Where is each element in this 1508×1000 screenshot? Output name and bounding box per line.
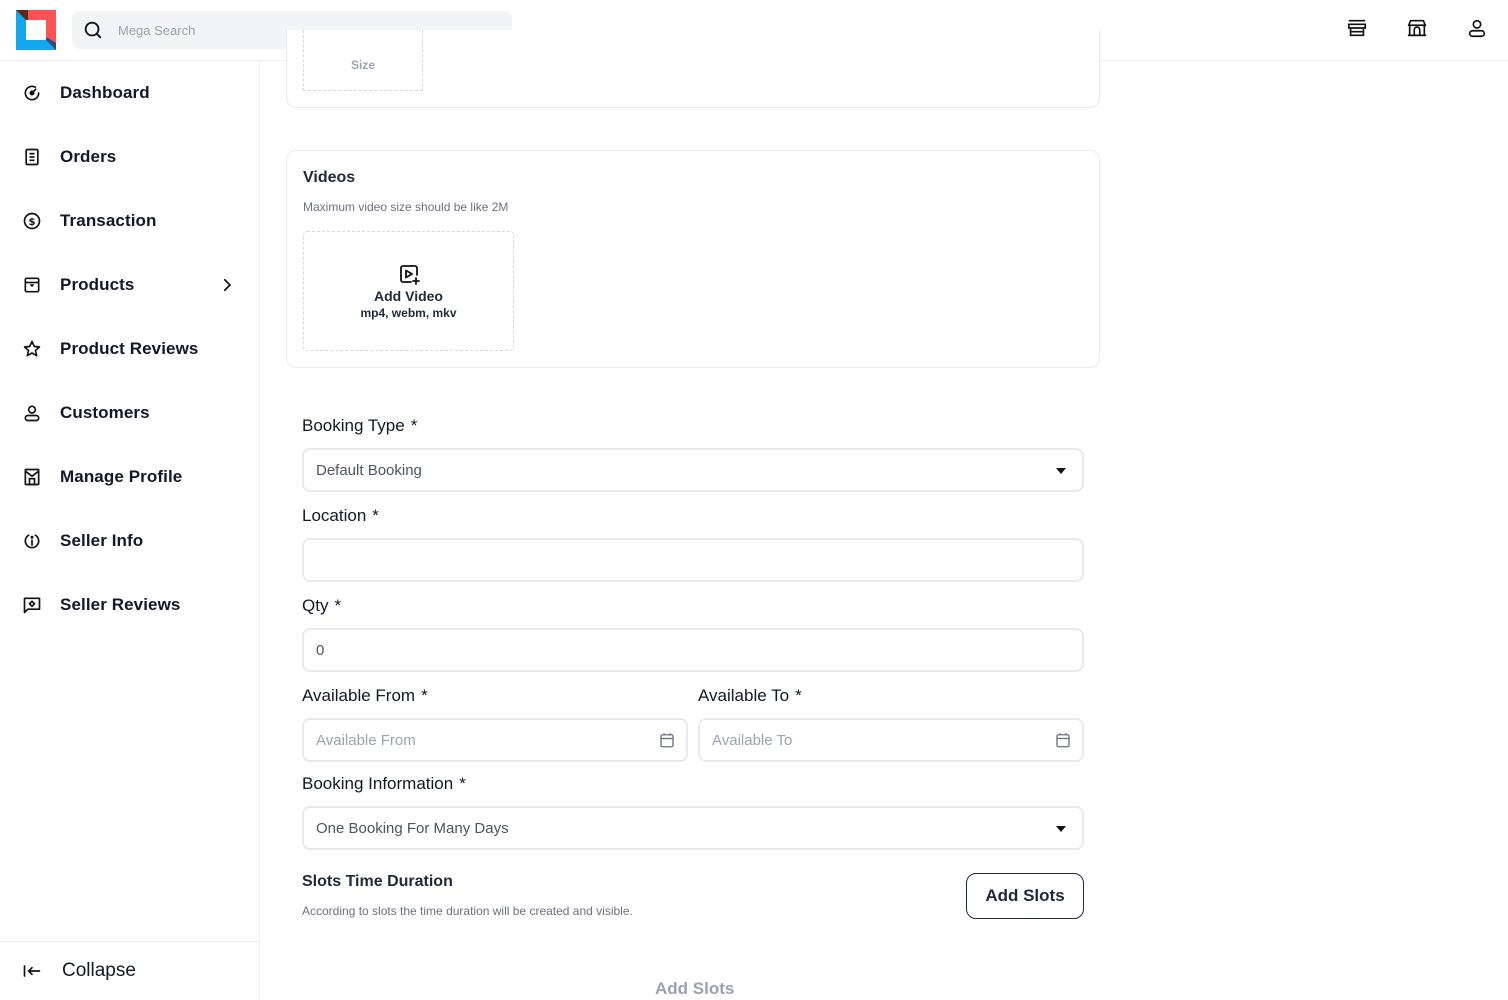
add-slots-button[interactable]: Add Slots: [966, 873, 1084, 919]
sidebar-item-seller-reviews[interactable]: Seller Reviews: [0, 573, 259, 637]
booking-type-label: Booking Type *: [302, 416, 418, 435]
available-from-label: Available From *: [302, 686, 428, 705]
videos-card: Videos Maximum video size should be like…: [286, 150, 1100, 368]
location-label: Location *: [302, 506, 379, 525]
available-from-field[interactable]: Available From: [302, 718, 688, 762]
sidebar-item-label: Product Reviews: [60, 339, 199, 358]
chevron-right-icon[interactable]: [218, 276, 236, 294]
video-formats: mp4, webm, mkv: [360, 306, 457, 320]
search-icon: [84, 21, 102, 39]
sidebar-item-label: Seller Reviews: [60, 595, 181, 614]
info-icon: [24, 534, 40, 549]
calendar-icon[interactable]: [658, 731, 676, 749]
sidebar-item-label: Products: [60, 275, 135, 294]
booking-type-select[interactable]: Default Booking: [302, 448, 1084, 492]
size-label: Size: [350, 58, 375, 72]
qty-field[interactable]: [302, 628, 1084, 672]
dashboard-gauge-icon: [24, 85, 40, 101]
collapse-arrow-icon: [23, 965, 41, 977]
collapse-button[interactable]: Collapse: [0, 941, 259, 1000]
svg-text:$: $: [29, 217, 36, 228]
booking-information-value: One Booking For Many Days: [316, 819, 509, 837]
booking-information-select[interactable]: One Booking For Many Days: [302, 806, 1084, 850]
video-add-icon: [399, 265, 420, 285]
images-card: Size: [286, 30, 1100, 108]
sidebar-item-products[interactable]: Products: [0, 253, 259, 317]
caret-down-icon: [1056, 826, 1066, 832]
add-video-label: Add Video: [374, 288, 443, 304]
app-logo[interactable]: [16, 10, 56, 50]
sidebar-item-label: Transaction: [60, 211, 157, 230]
sidebar-item-transaction[interactable]: $ Transaction: [0, 189, 259, 253]
caret-down-icon: [1056, 468, 1066, 474]
add-video-dropzone[interactable]: Add Video mp4, webm, mkv: [303, 231, 514, 351]
review-chat-icon: [23, 597, 41, 614]
store-profile-icon: [24, 468, 40, 486]
booking-information-label: Booking Information *: [302, 774, 466, 793]
user-icon[interactable]: [1466, 17, 1488, 39]
image-upload-box[interactable]: Size: [303, 30, 423, 91]
sidebar: Dashboard Orders $ Transaction Products …: [0, 61, 260, 1000]
collapse-label: Collapse: [62, 960, 136, 981]
qty-input[interactable]: [316, 630, 1082, 670]
available-to-placeholder: Available To: [712, 731, 793, 749]
sidebar-item-dashboard[interactable]: Dashboard: [0, 61, 259, 125]
sidebar-item-label: Customers: [60, 403, 150, 422]
videos-subtitle: Maximum video size should be like 2M: [303, 200, 509, 214]
star-icon: [23, 340, 41, 357]
sidebar-item-label: Manage Profile: [60, 467, 183, 486]
available-from-placeholder: Available From: [316, 731, 416, 749]
store-icon[interactable]: [1346, 17, 1368, 39]
orders-document-icon: [25, 148, 39, 166]
available-to-label: Available To *: [698, 686, 802, 705]
sidebar-item-manage-profile[interactable]: Manage Profile: [0, 445, 259, 509]
user-icon: [24, 405, 40, 422]
available-to-field[interactable]: Available To: [698, 718, 1084, 762]
qty-label: Qty *: [302, 596, 342, 615]
sidebar-item-customers[interactable]: Customers: [0, 381, 259, 445]
videos-title: Videos: [303, 169, 356, 186]
sidebar-item-label: Orders: [60, 147, 117, 166]
slots-subtitle: According to slots the time duration wil…: [302, 904, 633, 918]
sidebar-item-seller-info[interactable]: Seller Info: [0, 509, 259, 573]
product-box-icon: [24, 277, 40, 293]
sidebar-item-label: Seller Info: [60, 531, 144, 550]
shop-building-icon[interactable]: [1406, 17, 1428, 39]
slots-title: Slots Time Duration: [302, 873, 453, 890]
calendar-icon[interactable]: [1054, 731, 1072, 749]
location-input[interactable]: [316, 540, 1082, 580]
sidebar-item-product-reviews[interactable]: Product Reviews: [0, 317, 259, 381]
location-field[interactable]: [302, 538, 1084, 582]
sidebar-item-label: Dashboard: [60, 83, 150, 102]
sidebar-item-orders[interactable]: Orders: [0, 125, 259, 189]
add-slots-link[interactable]: Add Slots: [655, 979, 734, 999]
dollar-circle-icon: $: [23, 212, 41, 230]
booking-type-value: Default Booking: [316, 461, 422, 479]
